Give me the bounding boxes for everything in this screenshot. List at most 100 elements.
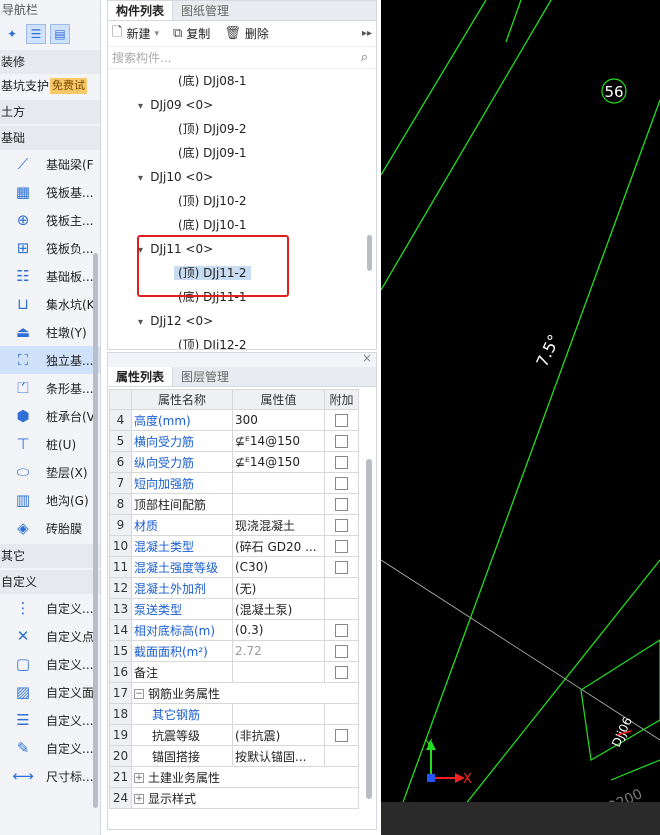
list-view-icon[interactable]: ☰: [26, 24, 46, 44]
nav-item-jichu_items-7[interactable]: ⛶ 独立基...: [0, 346, 100, 374]
tree-node[interactable]: (底) DJj10-1: [174, 213, 251, 237]
property-value[interactable]: [232, 661, 325, 683]
new-button[interactable]: 🗋 新建 ▾: [112, 23, 159, 45]
expand-icon[interactable]: +: [134, 773, 144, 783]
property-value[interactable]: (混凝土泵): [232, 598, 325, 620]
property-value[interactable]: 现浇混凝土: [232, 514, 325, 536]
attach-checkbox[interactable]: [335, 456, 348, 469]
property-value[interactable]: (非抗震): [232, 724, 325, 746]
property-row[interactable]: 12 混凝土外加剂 (无): [109, 577, 359, 599]
nav-item-custom_items-4[interactable]: ☰ 自定义...: [0, 706, 100, 734]
property-value[interactable]: ⊈ᴱ14@150: [232, 451, 325, 473]
category-tufang[interactable]: 土方: [0, 100, 100, 124]
property-row[interactable]: 13 泵送类型 (混凝土泵): [109, 598, 359, 620]
search-input[interactable]: 搜索构件...: [112, 49, 171, 66]
category-jikeng[interactable]: 基坑支护 免费试: [0, 74, 100, 98]
property-value[interactable]: 2.72: [232, 640, 325, 662]
property-value[interactable]: [232, 472, 325, 494]
nav-item-custom_items-2[interactable]: ▢ 自定义...: [0, 650, 100, 678]
property-row[interactable]: 14 相对底标高(m) (0.3): [109, 619, 359, 641]
category-qita[interactable]: 其它: [0, 544, 100, 568]
delete-button[interactable]: 🗑 删除: [224, 25, 269, 42]
nav-item-jichu_items-1[interactable]: ▦ 筏板基...: [0, 178, 100, 206]
property-row[interactable]: 21 + 土建业务属性: [109, 766, 359, 788]
property-value[interactable]: ⊈ᴱ14@150: [232, 430, 325, 452]
nav-item-custom_items-6[interactable]: ⟷ 尺寸标...: [0, 762, 100, 790]
tree-node[interactable]: ▾ DJj12 <0>: [138, 309, 217, 333]
tree-node[interactable]: ▾ DJj10 <0>: [138, 165, 217, 189]
attach-checkbox[interactable]: [335, 624, 348, 637]
property-row[interactable]: 18 其它钢筋: [109, 703, 359, 725]
property-row[interactable]: 24 + 显示样式: [109, 787, 359, 809]
property-row[interactable]: 6 纵向受力筋 ⊈ᴱ14@150: [109, 451, 359, 473]
property-value[interactable]: 300: [232, 409, 325, 431]
tab-component-list[interactable]: 构件列表: [108, 1, 174, 20]
nav-item-jichu_items-0[interactable]: ⟋ 基础梁(F: [0, 150, 100, 178]
category-jichu[interactable]: 基础: [0, 126, 100, 150]
attach-checkbox[interactable]: [335, 414, 348, 427]
expand-icon[interactable]: +: [134, 794, 144, 804]
category-zhuangxiu[interactable]: 装修: [0, 50, 100, 74]
attach-checkbox[interactable]: [335, 561, 348, 574]
tab-drawing-management[interactable]: 图纸管理: [173, 1, 237, 20]
tree-node[interactable]: (底) DJj09-1: [174, 141, 251, 165]
tree-node[interactable]: (底) DJj08-1: [174, 69, 251, 93]
attach-checkbox[interactable]: [335, 540, 348, 553]
attach-checkbox[interactable]: [335, 477, 348, 490]
property-row[interactable]: 8 顶部柱间配筋: [109, 493, 359, 515]
close-icon[interactable]: ×: [362, 351, 372, 365]
nav-item-jichu_items-2[interactable]: ⊕ 筏板主...: [0, 206, 100, 234]
attach-checkbox[interactable]: [335, 435, 348, 448]
attach-checkbox[interactable]: [335, 519, 348, 532]
expand-arrow-icon[interactable]: ▾: [138, 317, 146, 328]
tree-node[interactable]: (顶) DJj12-2: [174, 333, 251, 349]
nav-item-custom_items-1[interactable]: ✕ 自定义点: [0, 622, 100, 650]
free-trial-badge[interactable]: 免费试: [50, 78, 88, 94]
nav-item-custom_items-3[interactable]: ▨ 自定义面: [0, 678, 100, 706]
nav-item-jichu_items-4[interactable]: ☷ 基础板...: [0, 262, 100, 290]
dropdown-arrow-icon[interactable]: ▾: [154, 29, 159, 39]
expand-arrow-icon[interactable]: ▾: [138, 173, 146, 184]
nav-item-jichu_items-6[interactable]: ⏏ 柱墩(Y): [0, 318, 100, 346]
tree-node[interactable]: (顶) DJj09-2: [174, 117, 251, 141]
property-value[interactable]: (无): [232, 577, 325, 599]
property-value[interactable]: (碎石 GD20 ...: [232, 535, 325, 557]
copy-button[interactable]: ⧉ 复制: [173, 25, 210, 42]
tree-node[interactable]: (顶) DJj10-2: [174, 189, 251, 213]
property-row[interactable]: 19 抗震等级 (非抗震): [109, 724, 359, 746]
component-search[interactable]: 搜索构件... ⌕: [108, 47, 376, 69]
property-row[interactable]: 17− 钢筋业务属性: [109, 682, 359, 704]
property-row[interactable]: 4 高度(mm) 300: [109, 409, 359, 431]
nav-item-jichu_items-3[interactable]: ⊞ 筏板负...: [0, 234, 100, 262]
property-row[interactable]: 9 材质 现浇混凝土: [109, 514, 359, 536]
attach-checkbox[interactable]: [335, 645, 348, 658]
attach-checkbox[interactable]: [335, 729, 348, 742]
category-zidingyi[interactable]: 自定义: [0, 570, 100, 594]
nav-item-jichu_items-5[interactable]: ⊔ 集水坑(K: [0, 290, 100, 318]
property-value[interactable]: 按默认锚固...: [232, 745, 325, 767]
nav-item-custom_items-0[interactable]: ⋮ 自定义...: [0, 594, 100, 622]
more-icon[interactable]: ▸▸: [362, 28, 372, 39]
nav-item-jichu_items-11[interactable]: ⬭ 垫层(X): [0, 458, 100, 486]
nav-item-custom_items-5[interactable]: ✎ 自定义...: [0, 734, 100, 762]
property-row[interactable]: 5 横向受力筋 ⊈ᴱ14@150: [109, 430, 359, 452]
drawing-canvas[interactable]: 56 7.5° DJj06 2200 Y X: [381, 0, 660, 835]
tab-property-list[interactable]: 属性列表: [108, 367, 174, 386]
tree-node[interactable]: ▾ DJj09 <0>: [138, 93, 217, 117]
property-row[interactable]: 16 备注: [109, 661, 359, 683]
attach-checkbox[interactable]: [335, 498, 348, 511]
property-row[interactable]: 20 锚固搭接 按默认锚固...: [109, 745, 359, 767]
property-value[interactable]: [232, 703, 325, 725]
property-scrollbar[interactable]: [366, 459, 372, 799]
detail-view-icon[interactable]: ▤: [50, 24, 70, 44]
property-row[interactable]: 7 短向加强筋: [109, 472, 359, 494]
nav-item-jichu_items-9[interactable]: ⬢ 桩承台(V: [0, 402, 100, 430]
property-row[interactable]: 15 截面面积(m²) 2.72: [109, 640, 359, 662]
property-row[interactable]: 11 混凝土强度等级 (C30): [109, 556, 359, 578]
property-value[interactable]: (C30): [232, 556, 325, 578]
tab-layer-management[interactable]: 图层管理: [173, 367, 237, 386]
nav-item-jichu_items-10[interactable]: ⊤ 桩(U): [0, 430, 100, 458]
nav-scrollbar[interactable]: [93, 253, 98, 808]
property-row[interactable]: 10 混凝土类型 (碎石 GD20 ...: [109, 535, 359, 557]
nav-item-jichu_items-13[interactable]: ◈ 砖胎膜: [0, 514, 100, 542]
